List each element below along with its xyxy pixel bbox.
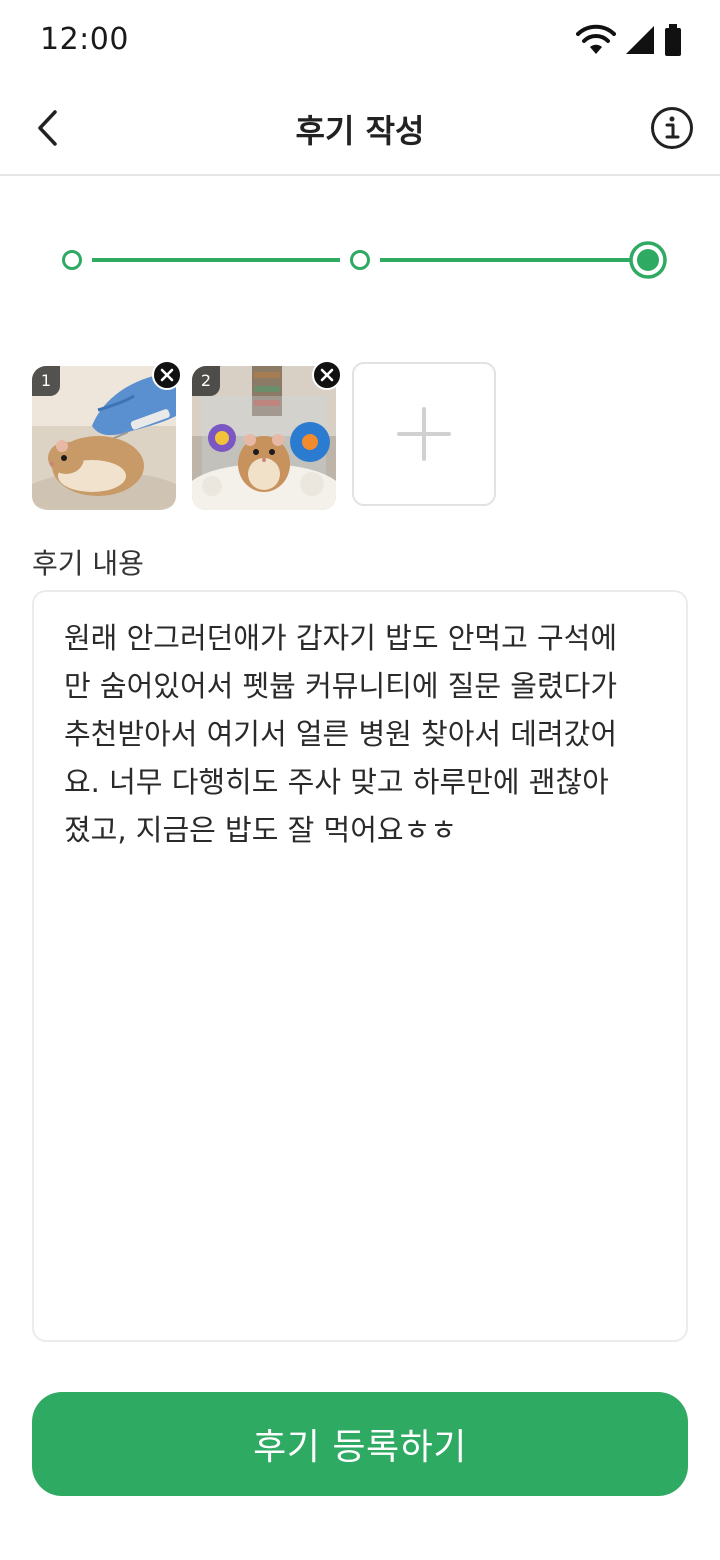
submit-review-button[interactable]: 후기 등록하기: [32, 1392, 688, 1496]
remove-photo-button[interactable]: [152, 360, 182, 390]
photo-thumbnail-2[interactable]: 2: [192, 360, 342, 510]
step-2-dot: [350, 250, 370, 270]
close-icon: [320, 368, 334, 382]
stepper-track: [62, 241, 667, 279]
info-button[interactable]: [650, 106, 694, 150]
wifi-icon: [576, 24, 616, 54]
step-1-dot: [62, 250, 82, 270]
review-write-screen: 12:00 후기 작성 1 2 후기 내용 원래 안그러던애가 갑자기 밥도 안…: [0, 0, 720, 1560]
photo-index-badge: 2: [192, 366, 220, 396]
add-photo-button[interactable]: [352, 362, 496, 506]
app-header: 후기 작성: [0, 80, 720, 176]
progress-stepper: [60, 238, 670, 282]
review-text: 원래 안그러던애가 갑자기 밥도 안먹고 구석에 만 숨어있어서 펫븁 커뮤니티…: [64, 621, 618, 847]
review-content-label: 후기 내용: [32, 547, 144, 580]
battery-icon: [665, 24, 681, 56]
cellular-signal-icon: [626, 26, 654, 54]
review-textarea[interactable]: 원래 안그러던애가 갑자기 밥도 안먹고 구석에 만 숨어있어서 펫븁 커뮤니티…: [32, 590, 688, 1342]
info-icon: [651, 107, 693, 149]
photo-attachments: 1 2: [32, 360, 552, 512]
photo-thumbnail-1[interactable]: 1: [32, 360, 182, 510]
plus-icon: [397, 407, 451, 461]
photo-index-badge: 1: [32, 366, 60, 396]
status-icons: [576, 22, 682, 58]
status-bar: 12:00: [0, 0, 720, 80]
remove-photo-button[interactable]: [312, 360, 342, 390]
page-title: 후기 작성: [295, 112, 425, 150]
close-icon: [160, 368, 174, 382]
status-time: 12:00: [40, 22, 129, 57]
